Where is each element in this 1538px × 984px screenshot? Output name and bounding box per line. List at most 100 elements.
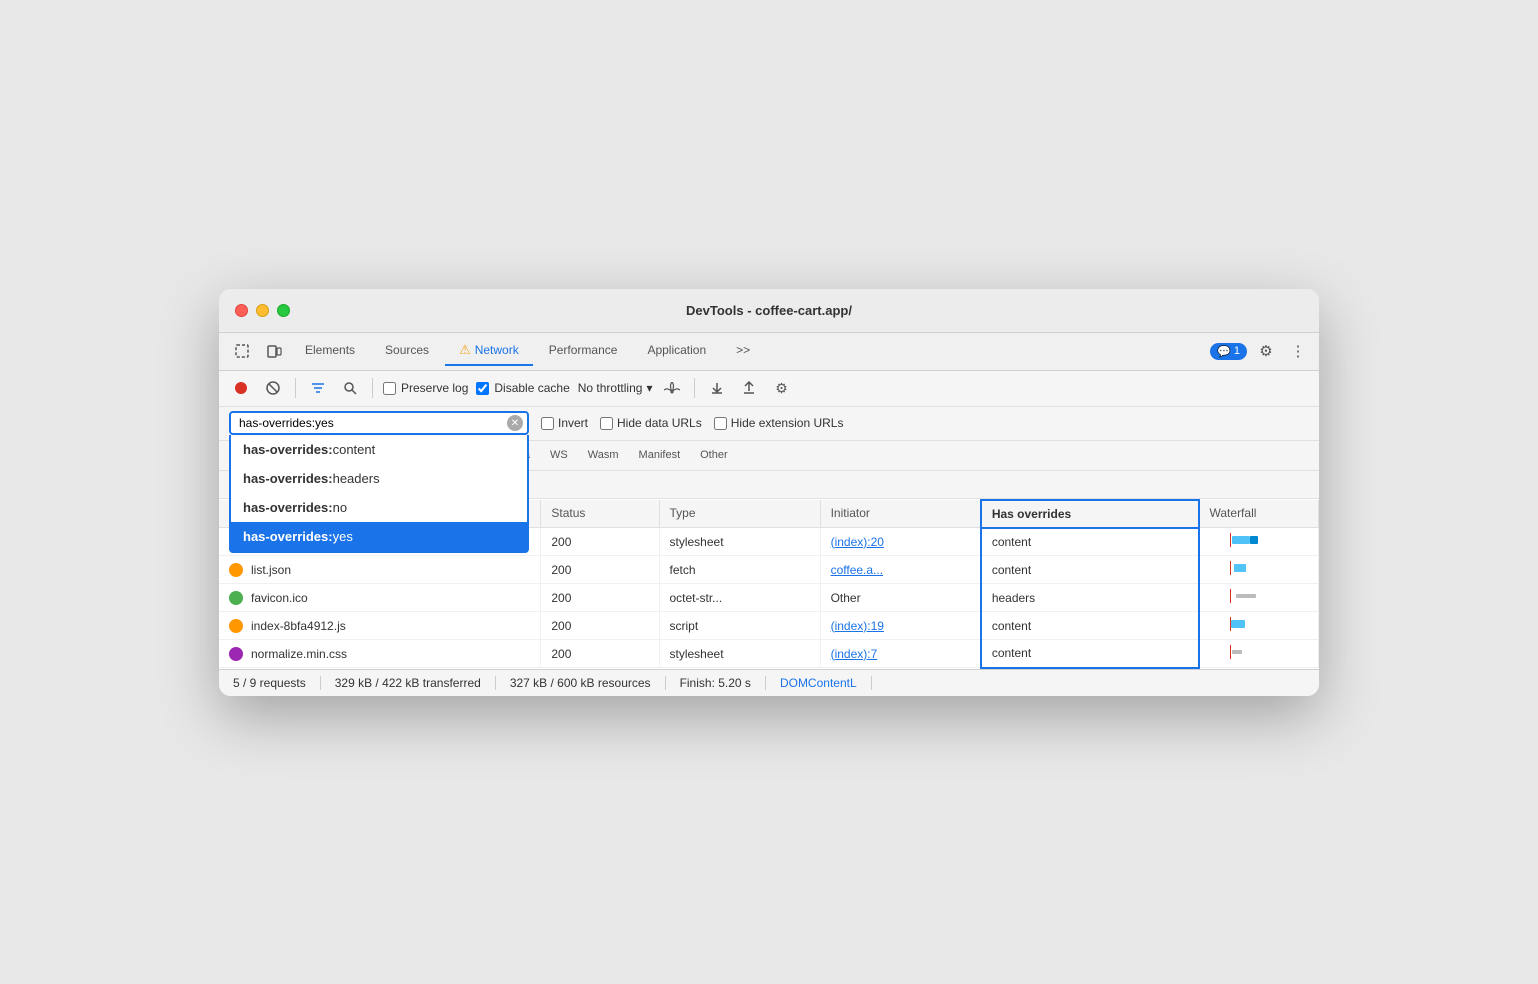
col-initiator[interactable]: Initiator xyxy=(820,500,981,528)
more-button[interactable]: ⋮ xyxy=(1285,338,1311,364)
table-row[interactable]: normalize.min.css 200 stylesheet (index)… xyxy=(219,640,1319,668)
toolbar-divider-1 xyxy=(295,378,296,398)
type-filter-ws[interactable]: WS xyxy=(542,447,576,463)
record-button[interactable] xyxy=(229,376,253,400)
badge-count: 1 xyxy=(1234,345,1240,357)
device-icon[interactable] xyxy=(259,337,289,365)
tab-application[interactable]: Application xyxy=(633,337,720,365)
tab-actions: 💬 1 ⚙ ⋮ xyxy=(1210,338,1311,364)
finish-time: Finish: 5.20 s xyxy=(666,676,766,690)
filter-bar: ✕ has-overrides:content has-overrides:he… xyxy=(219,407,1319,441)
cell-name: index-8bfa4912.js xyxy=(219,612,541,640)
type-filter-other[interactable]: Other xyxy=(692,447,736,463)
requests-count: 5 / 9 requests xyxy=(233,676,321,690)
cell-waterfall xyxy=(1199,556,1319,584)
cell-name: list.json xyxy=(219,556,541,584)
type-filter-wasm[interactable]: Wasm xyxy=(580,447,627,463)
dom-content-loaded[interactable]: DOMContentL xyxy=(766,676,872,690)
traffic-lights xyxy=(235,304,290,317)
col-status[interactable]: Status xyxy=(541,500,659,528)
invert-checkbox[interactable] xyxy=(541,417,554,430)
cell-has-overrides: headers xyxy=(981,584,1199,612)
window-title: DevTools - coffee-cart.app/ xyxy=(686,303,852,318)
tab-elements[interactable]: Elements xyxy=(291,337,369,365)
network-toolbar: Preserve log Disable cache No throttling… xyxy=(219,371,1319,407)
hide-extension-urls-checkbox[interactable] xyxy=(714,417,727,430)
cell-initiator: coffee.a... xyxy=(820,556,981,584)
file-name-text: normalize.min.css xyxy=(251,647,347,661)
hide-data-urls-label: Hide data URLs xyxy=(617,416,702,430)
file-css2-icon xyxy=(229,647,243,661)
preserve-log-label: Preserve log xyxy=(401,381,468,395)
tab-network[interactable]: ⚠ Network xyxy=(445,336,533,366)
initiator-link[interactable]: coffee.a... xyxy=(831,563,883,577)
autocomplete-item-headers[interactable]: has-overrides:headers xyxy=(231,464,527,493)
minimize-button[interactable] xyxy=(256,304,269,317)
cell-name: favicon.ico xyxy=(219,584,541,612)
disable-cache-group: Disable cache xyxy=(476,381,569,395)
throttle-label: No throttling xyxy=(578,381,643,395)
cell-waterfall xyxy=(1199,528,1319,556)
devtools-window: DevTools - coffee-cart.app/ Elements Sou… xyxy=(219,289,1319,696)
hide-data-urls-checkbox[interactable] xyxy=(600,417,613,430)
search-button[interactable] xyxy=(338,376,362,400)
cell-status: 200 xyxy=(541,584,659,612)
initiator-link[interactable]: (index):20 xyxy=(831,535,884,549)
disable-cache-label: Disable cache xyxy=(494,381,569,395)
tab-network-label: Network xyxy=(475,343,519,357)
cell-has-overrides: content xyxy=(981,640,1199,668)
autocomplete-item-yes[interactable]: has-overrides:yes xyxy=(231,522,527,551)
autocomplete-val: no xyxy=(333,500,347,515)
warning-icon: ⚠ xyxy=(459,342,471,358)
hide-extension-urls-option: Hide extension URLs xyxy=(714,416,844,430)
tab-performance[interactable]: Performance xyxy=(535,337,632,365)
disable-cache-checkbox[interactable] xyxy=(476,382,489,395)
cell-type: stylesheet xyxy=(659,528,820,556)
clear-button[interactable] xyxy=(261,376,285,400)
network-conditions-icon[interactable] xyxy=(660,376,684,400)
settings-network-button[interactable]: ⚙ xyxy=(769,376,793,400)
clear-filter-button[interactable]: ✕ xyxy=(507,415,523,431)
cell-type: script xyxy=(659,612,820,640)
autocomplete-item-content[interactable]: has-overrides:content xyxy=(231,435,527,464)
search-container: ✕ has-overrides:content has-overrides:he… xyxy=(229,411,529,435)
filter-input[interactable] xyxy=(229,411,529,435)
initiator-link[interactable]: (index):7 xyxy=(831,647,878,661)
preserve-log-checkbox[interactable] xyxy=(383,382,396,395)
hide-data-urls-option: Hide data URLs xyxy=(600,416,702,430)
cell-waterfall xyxy=(1199,612,1319,640)
col-waterfall[interactable]: Waterfall xyxy=(1199,500,1319,528)
invert-option: Invert xyxy=(541,416,588,430)
settings-button[interactable]: ⚙ xyxy=(1253,338,1279,364)
cell-type: stylesheet xyxy=(659,640,820,668)
maximize-button[interactable] xyxy=(277,304,290,317)
cell-has-overrides: content xyxy=(981,556,1199,584)
autocomplete-item-no[interactable]: has-overrides:no xyxy=(231,493,527,522)
tab-sources[interactable]: Sources xyxy=(371,337,443,365)
autocomplete-val: yes xyxy=(333,529,353,544)
file-name-text: index-8bfa4912.js xyxy=(251,619,346,633)
console-badge[interactable]: 💬 1 xyxy=(1210,343,1247,360)
cell-status: 200 xyxy=(541,556,659,584)
import-button[interactable] xyxy=(705,376,729,400)
initiator-text: Other xyxy=(831,591,861,605)
table-row[interactable]: list.json 200 fetch coffee.a... content xyxy=(219,556,1319,584)
autocomplete-key: has-overrides: xyxy=(243,471,333,486)
export-button[interactable] xyxy=(737,376,761,400)
autocomplete-key: has-overrides: xyxy=(243,442,333,457)
close-button[interactable] xyxy=(235,304,248,317)
status-bar: 5 / 9 requests 329 kB / 422 kB transferr… xyxy=(219,669,1319,696)
filter-button[interactable] xyxy=(306,376,330,400)
cell-waterfall xyxy=(1199,584,1319,612)
tab-bar: Elements Sources ⚠ Network Performance A… xyxy=(219,333,1319,371)
cursor-icon[interactable] xyxy=(227,337,257,365)
tab-more[interactable]: >> xyxy=(722,337,764,365)
col-has-overrides[interactable]: Has overrides xyxy=(981,500,1199,528)
table-row[interactable]: favicon.ico 200 octet-str... Other heade… xyxy=(219,584,1319,612)
col-type[interactable]: Type xyxy=(659,500,820,528)
table-row[interactable]: index-8bfa4912.js 200 script (index):19 … xyxy=(219,612,1319,640)
autocomplete-val: content xyxy=(333,442,376,457)
throttle-selector[interactable]: No throttling ▾ xyxy=(578,381,653,395)
initiator-link[interactable]: (index):19 xyxy=(831,619,884,633)
type-filter-manifest[interactable]: Manifest xyxy=(631,447,689,463)
